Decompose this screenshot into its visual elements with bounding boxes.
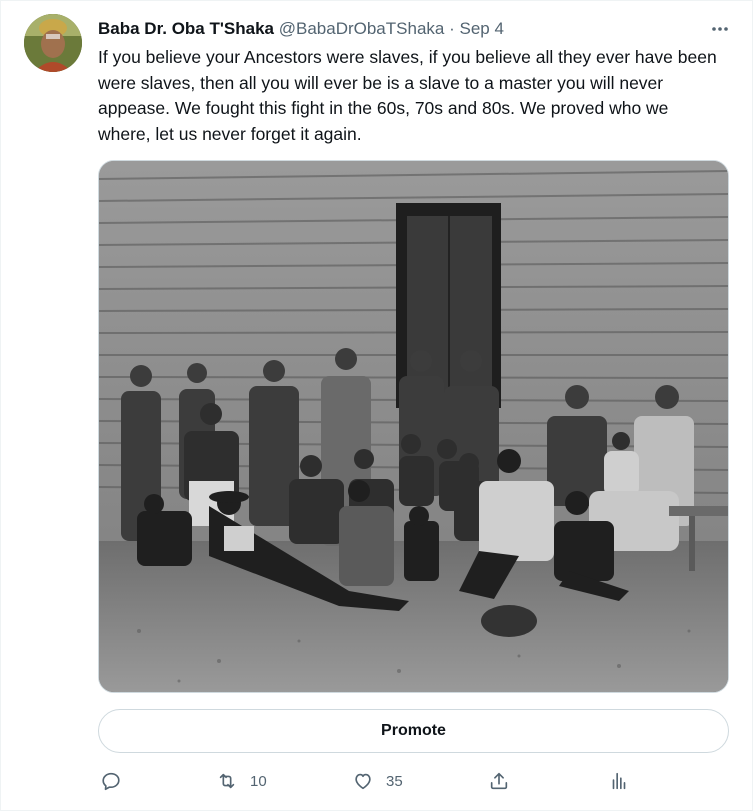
tweet-header: Baba Dr. Oba T'Shaka @BabaDrObaTShaka · … bbox=[98, 18, 733, 40]
tweet-date[interactable]: Sep 4 bbox=[460, 19, 504, 38]
more-options-button[interactable] bbox=[705, 14, 735, 44]
tweet-text: If you believe your Ancestors were slave… bbox=[98, 47, 717, 144]
analytics-button[interactable] bbox=[608, 766, 630, 796]
reply-button[interactable] bbox=[100, 766, 122, 796]
author-name[interactable]: Baba Dr. Oba T'Shaka bbox=[98, 19, 274, 38]
historical-photo-image bbox=[99, 161, 728, 692]
avatar[interactable] bbox=[24, 14, 82, 72]
tweet-actions: 10 35 bbox=[98, 766, 729, 796]
author-handle[interactable]: @BabaDrObaTShaka bbox=[279, 19, 445, 38]
promote-button[interactable]: Promote bbox=[98, 709, 729, 753]
retweet-icon bbox=[219, 773, 235, 789]
like-count: 35 bbox=[386, 772, 403, 790]
share-button[interactable] bbox=[488, 766, 510, 796]
more-icon bbox=[712, 27, 728, 31]
retweet-button[interactable]: 10 bbox=[216, 766, 267, 796]
reply-icon bbox=[102, 772, 120, 791]
like-button[interactable]: 35 bbox=[352, 766, 403, 796]
heart-icon bbox=[355, 773, 371, 790]
retweet-count: 10 bbox=[250, 772, 267, 790]
share-icon bbox=[490, 772, 508, 790]
header-separator: · bbox=[449, 19, 455, 38]
analytics-icon bbox=[612, 772, 626, 790]
tweet-photo[interactable] bbox=[98, 160, 729, 693]
